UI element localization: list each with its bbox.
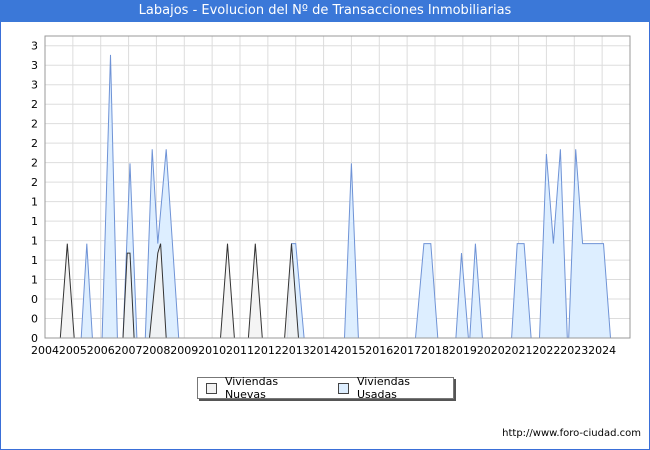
x-tick-label: 2022 [532, 344, 560, 357]
legend-swatch-usadas [337, 382, 349, 394]
x-tick-label: 2024 [588, 344, 616, 357]
x-tick-label: 2020 [477, 344, 505, 357]
legend-item-nuevas: Viviendas Nuevas [206, 375, 322, 401]
y-tick-label: 1 [31, 235, 38, 248]
footer-link[interactable]: http://www.foro-ciudad.com [502, 428, 641, 439]
y-tick-label: 2 [31, 157, 38, 170]
legend-item-usadas: Viviendas Usadas [337, 375, 453, 401]
x-tick-label: 2005 [59, 344, 87, 357]
y-tick-label: 2 [31, 118, 38, 131]
legend-swatch-nuevas [206, 382, 217, 394]
y-tick-label: 1 [31, 196, 38, 209]
y-tick-label: 2 [31, 98, 38, 111]
y-tick-label: 1 [31, 215, 38, 228]
x-tick-label: 2008 [142, 344, 170, 357]
y-tick-label: 3 [31, 40, 38, 53]
legend: Viviendas Nuevas Viviendas Usadas [197, 375, 454, 401]
x-tick-label: 2006 [87, 344, 115, 357]
x-tick-label: 2018 [421, 344, 449, 357]
y-tick-label: 2 [31, 137, 38, 150]
legend-label-nuevas: Viviendas Nuevas [224, 375, 279, 401]
y-tick-label: 2 [31, 176, 38, 189]
x-tick-label: 2015 [337, 344, 365, 357]
x-tick-label: 2010 [198, 344, 226, 357]
x-tick-label: 2014 [310, 344, 338, 357]
x-tick-label: 2004 [31, 344, 59, 357]
y-tick-label: 0 [31, 293, 38, 306]
legend-label-usadas: Viviendas Usadas [356, 375, 411, 401]
y-tick-label: 3 [31, 59, 38, 72]
y-tick-label: 1 [31, 254, 38, 267]
x-tick-label: 2019 [449, 344, 477, 357]
x-tick-label: 2013 [282, 344, 310, 357]
x-tick-label: 2009 [170, 344, 198, 357]
y-tick-label: 1 [31, 274, 38, 287]
x-tick-label: 2023 [560, 344, 588, 357]
x-tick-label: 2012 [254, 344, 282, 357]
x-tick-label: 2017 [393, 344, 421, 357]
y-tick-label: 0 [31, 313, 38, 326]
x-tick-label: 2016 [365, 344, 393, 357]
x-tick-label: 2007 [115, 344, 143, 357]
x-tick-label: 2011 [226, 344, 254, 357]
x-tick-label: 2021 [505, 344, 533, 357]
y-tick-label: 3 [31, 79, 38, 92]
